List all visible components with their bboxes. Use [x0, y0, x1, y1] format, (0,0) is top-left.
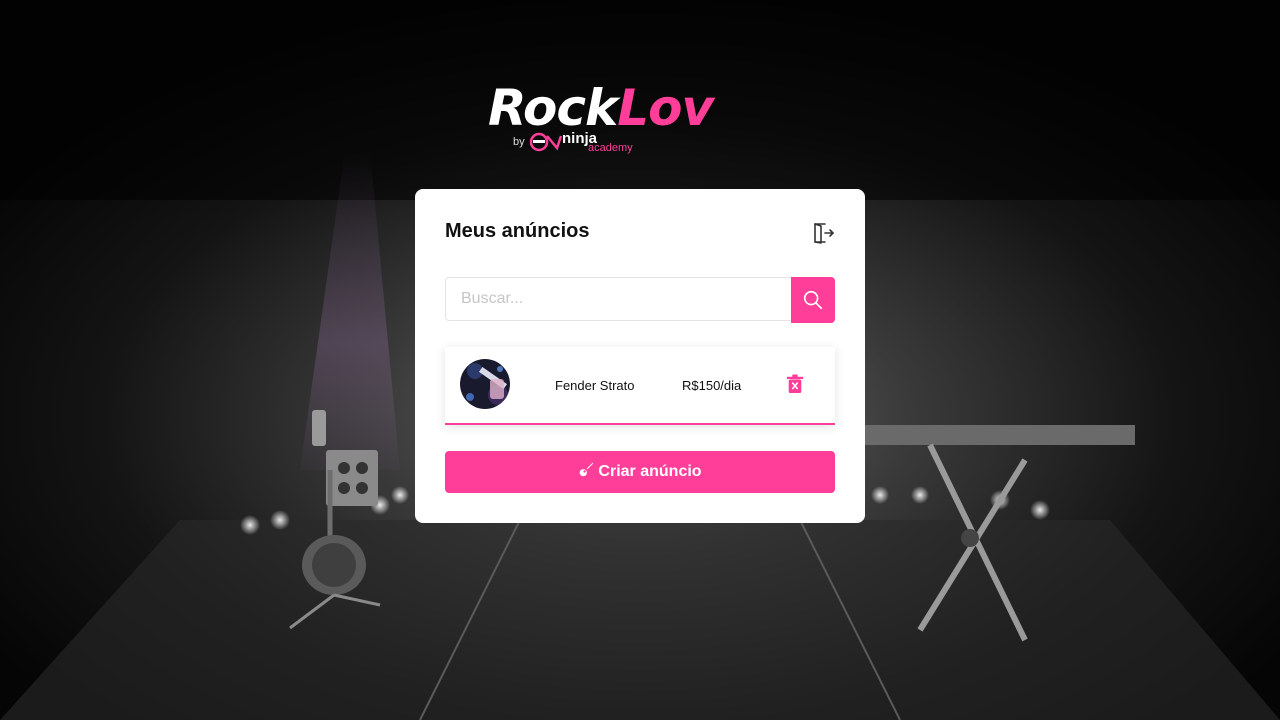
rocklov-logo: RockLov by ninja academy [488, 80, 798, 160]
trash-icon [786, 374, 804, 393]
my-listings-card: Meus anúncios Buscar... Fender Strato R$… [415, 189, 865, 523]
listing-name: Fender Strato [555, 378, 635, 393]
logout-button[interactable] [811, 221, 835, 245]
search-icon [803, 290, 823, 310]
delete-listing-button[interactable] [786, 374, 806, 396]
logo-lov-text: Lov [617, 79, 714, 137]
guitar-photo [460, 359, 510, 409]
search-bar [445, 277, 835, 323]
listing-item[interactable]: Fender Strato R$150/dia [445, 347, 835, 425]
create-listing-button[interactable]: Criar anúncio [445, 451, 835, 493]
logout-icon [814, 223, 834, 244]
logo-by-text: by [513, 136, 525, 148]
logo-wordmark: RockLov [488, 79, 714, 137]
create-listing-label: Criar anúncio [598, 463, 702, 480]
search-input[interactable] [445, 277, 791, 321]
logo-rock-text: Rock [488, 79, 618, 137]
search-button[interactable] [791, 277, 835, 323]
listing-price: R$150/dia [682, 378, 742, 393]
page-root: RockLov by ninja academy Meus anúncios B… [0, 0, 1280, 720]
logo-academy-text: academy [588, 142, 633, 154]
ninja-mask-icon [529, 132, 563, 152]
page-title: Meus anúncios [445, 220, 590, 242]
guitar-icon [580, 462, 594, 477]
listing-thumbnail [460, 359, 510, 409]
